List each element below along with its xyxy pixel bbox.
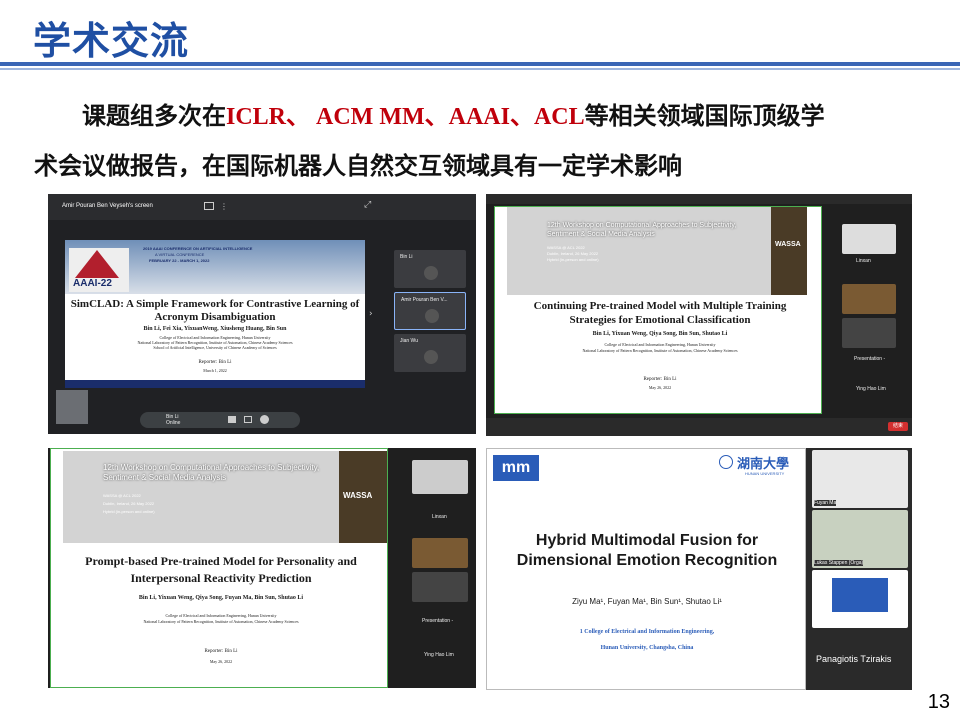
- wassa-meta-1: WASSA @ ACL 2022: [103, 493, 141, 498]
- end-meeting-button[interactable]: 结束: [888, 422, 908, 431]
- self-view-tile: [56, 390, 88, 424]
- paper-authors: Ziyu Ma¹, Fuyan Ma¹, Bin Sun¹, Shutao Li…: [572, 597, 722, 606]
- avatar: [424, 350, 438, 364]
- video-tile-3[interactable]: [842, 318, 896, 348]
- video-tile-1[interactable]: [842, 224, 896, 254]
- wassa-band: WASSA: [339, 451, 387, 543]
- body-line-1-post: 等相关领域国际顶级学: [584, 102, 825, 130]
- univ-cn: 湖南大學: [737, 457, 790, 472]
- video-tile-3[interactable]: [412, 572, 468, 602]
- participant-tile-3[interactable]: Jian Wu: [394, 334, 466, 372]
- avatar: [425, 309, 439, 323]
- participant-name-2: Presentation -: [854, 356, 886, 362]
- reporter: Reporter: Bin Li: [643, 377, 677, 382]
- slide-date: May 26, 2022: [648, 385, 672, 390]
- affiliation-3: School of Artificial Intelligence, Unive…: [153, 345, 277, 350]
- workshop-title: 12th Workshop on Computational Approache…: [103, 463, 320, 482]
- participant-name-1: Linxan: [856, 258, 871, 264]
- paper-authors: Bin Li, Yixuan Weng, Qiya Song, Fuyan Ma…: [138, 595, 304, 601]
- present-icon[interactable]: [204, 202, 214, 210]
- conf-header: 2019 AAAI CONFERENCE ON ARTIFICIAL INTEL…: [143, 246, 253, 251]
- video-tile-2[interactable]: Lukas Stappen (Orga): [812, 510, 908, 568]
- emoji-icon[interactable]: [260, 415, 269, 424]
- acm-mm-logo-small: [832, 578, 888, 612]
- zoom-title-bar: [486, 194, 912, 204]
- wassa-meta-2: Dublin, Ireland, 26 May 2022: [103, 501, 155, 506]
- participant-name-1: Linxan: [432, 514, 447, 520]
- slide-wassa-2: WASSA 12th Workshop on Computational App…: [50, 448, 388, 688]
- conf-sub: A VIRTUAL CONFERENCE: [155, 252, 205, 257]
- screenshot-aaai: Amir Pouran Ben Veyseh's screen ⋮ ⤢ AAAI…: [48, 194, 476, 434]
- zoom-toolbar: [486, 418, 912, 436]
- paper-title: Continuing Pre-trained Model with Multip…: [533, 300, 787, 326]
- participant-tile-1[interactable]: Bin Li: [394, 250, 466, 288]
- affiliation-2: Hunan University, Changsha, China: [600, 645, 694, 651]
- screenshot-wassa-2: WASSA 12th Workshop on Computational App…: [48, 448, 476, 688]
- screenshot-acmmm: mm 湖南大學 HUNAN UNIVERSITY Hybrid Multimod…: [486, 448, 912, 690]
- acm-mm-logo: mm: [493, 455, 539, 481]
- paper-authors: Bin Li, Yixuan Weng, Qiya Song, Bin Sun,…: [592, 331, 728, 337]
- avatar: [424, 266, 438, 280]
- slide-acmmm: mm 湖南大學 HUNAN UNIVERSITY Hybrid Multimod…: [486, 448, 806, 690]
- affiliation-1: College of Electrical and Information En…: [604, 342, 716, 347]
- reporter: Reporter: Bin Li: [204, 649, 238, 654]
- page-number: 13: [927, 691, 950, 713]
- affiliation-2: National Laboratory of Pattern Recogniti…: [143, 619, 299, 624]
- video-tile-1[interactable]: Fuyan Ma: [812, 450, 908, 508]
- more-options-icon[interactable]: ⋮: [220, 202, 228, 211]
- paper-title: Hybrid Multimodal Fusion for Dimensional…: [516, 532, 778, 569]
- participant-name-3: Panagiotis Tzirakis: [816, 654, 892, 664]
- video-tile-1[interactable]: [412, 460, 468, 494]
- participant-name-3: Ying Hao Lim: [856, 386, 886, 392]
- page-title: 学术交流: [33, 19, 190, 63]
- slide-date: May 26, 2022: [209, 659, 233, 664]
- header-divider-thin: [0, 68, 960, 70]
- wassa-band: WASSA: [771, 207, 807, 295]
- aaai-logo: AAAI-22: [69, 248, 129, 292]
- video-tile-2[interactable]: [842, 284, 896, 314]
- venue-list: ICLR、 ACM MM、AAAI、ACL: [226, 104, 585, 130]
- wassa-meta-2: Dublin, Ireland, 26 May 2022: [547, 251, 599, 256]
- header-divider: [0, 62, 960, 66]
- participant-name-3: Ying Hao Lim: [424, 652, 454, 658]
- affiliation-2: National Laboratory of Pattern Recogniti…: [582, 348, 738, 353]
- participant-name-2: Presentation -: [422, 618, 454, 624]
- video-tile-3[interactable]: [812, 570, 908, 628]
- participant-tile-2[interactable]: Amir Pouran Ben V...: [394, 292, 466, 330]
- meeting-toolbar: Bin Li Online: [140, 412, 300, 428]
- paper-title: Prompt-based Pre-trained Model for Perso…: [85, 554, 357, 585]
- workshop-title: 12th Workshop on Computational Approache…: [547, 222, 737, 238]
- monitor-icon[interactable]: [244, 416, 252, 423]
- univ-en: HUNAN UNIVERSITY: [745, 471, 785, 476]
- screenshot-wassa-1: WASSA 12th Workshop on Computational App…: [486, 194, 912, 436]
- expand-icon[interactable]: ⤢: [364, 200, 371, 210]
- video-tile-2[interactable]: [412, 538, 468, 568]
- conf-dates: FEBRUARY 22 - MARCH 1, 2022: [149, 258, 210, 263]
- paper-title: SimCLAD: A Simple Framework for Contrast…: [70, 298, 360, 323]
- university-seal-icon: [719, 455, 733, 469]
- slide-date: March 1, 2022: [203, 368, 227, 373]
- slide-wassa-1: WASSA 12th Workshop on Computational App…: [494, 206, 822, 414]
- reporter: Reporter: Bin Li: [198, 360, 232, 365]
- chevron-right-icon[interactable]: ›: [369, 309, 373, 319]
- slide-footer-bar: [65, 380, 365, 388]
- body-line-1-pre: 课题组多次在: [82, 102, 226, 130]
- affiliation-1: 1 College of Electrical and Information …: [579, 629, 715, 635]
- affiliation-1: College of Electrical and Information En…: [165, 613, 277, 618]
- wassa-meta-3: Hybrid (in-person and online): [103, 509, 155, 514]
- body-line-1: 课题组多次在ICLR、 ACM MM、AAAI、ACL等相关领域国际顶级学: [82, 96, 825, 131]
- screen-share-icon[interactable]: [228, 416, 236, 423]
- paper-authors: Bin Li, Fei Xia, YixuanWeng, Xiusheng Hu…: [143, 326, 287, 332]
- wassa-meta-1: WASSA @ ACL 2022: [547, 245, 585, 250]
- presenter-bar: Amir Pouran Ben Veyseh's screen: [62, 203, 153, 209]
- slide-aaai: AAAI-22 2019 AAAI CONFERENCE ON ARTIFICI…: [65, 240, 365, 388]
- wassa-meta-3: Hybrid (in-person and online): [547, 257, 599, 262]
- body-line-2: 术会议做报告，在国际机器人自然交互领域具有一定学术影响: [34, 152, 682, 180]
